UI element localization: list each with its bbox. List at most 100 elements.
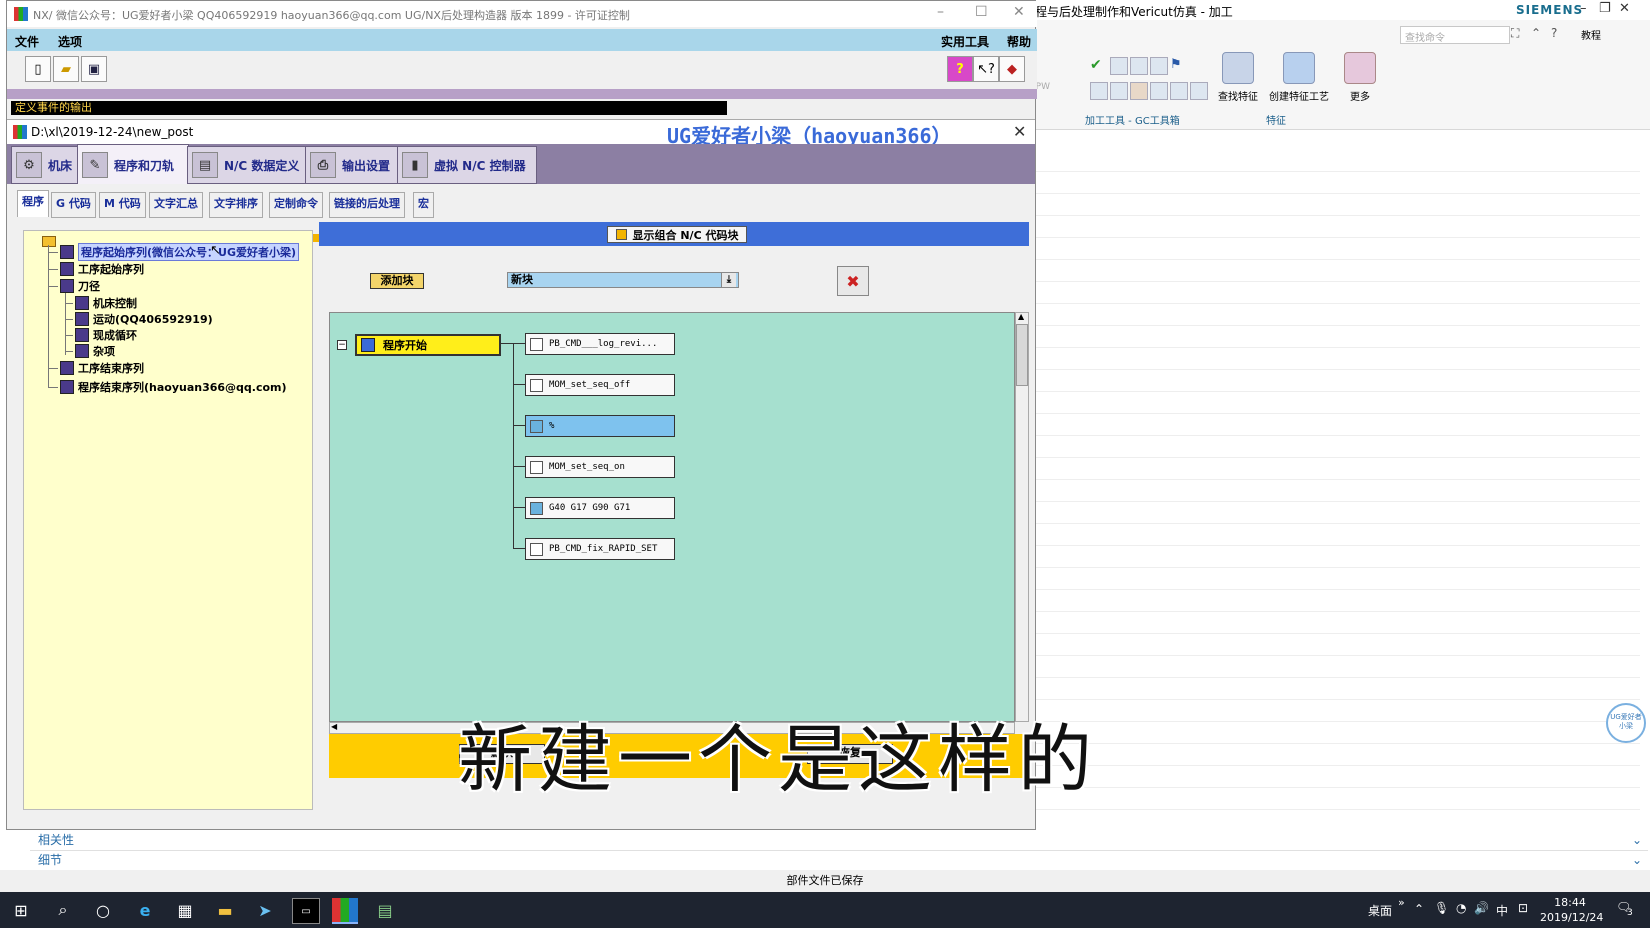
group-feature[interactable]: 特征 xyxy=(1266,112,1286,127)
restore-icon[interactable]: ❐ xyxy=(1599,1,1611,16)
tool-icon[interactable] xyxy=(1130,82,1148,100)
command-search-input[interactable]: 查找命令 xyxy=(1400,26,1510,44)
subtab-custom-command[interactable]: 定制命令 xyxy=(269,192,323,218)
task-view-icon[interactable]: ○ xyxy=(90,898,116,922)
subtab-g-code[interactable]: G 代码 xyxy=(51,192,96,218)
program-start-event[interactable]: 程序开始 xyxy=(355,334,501,356)
block-mom-set-seq-on[interactable]: MOM_set_seq_on xyxy=(525,456,675,478)
tool-icon[interactable] xyxy=(1190,82,1208,100)
mic-icon[interactable]: 🎙 xyxy=(1434,901,1449,915)
calculator-icon[interactable]: ▦ xyxy=(172,898,198,922)
save-button[interactable]: ▣ xyxy=(81,56,107,82)
tree-item-operation-end[interactable]: 工序结束序列 xyxy=(48,360,144,376)
create-feature-process-button[interactable]: 创建特征工艺 xyxy=(1266,52,1332,103)
block-g40-g17-g90-g71[interactable]: G40 G17 G90 G71 xyxy=(525,497,675,519)
tool-icon[interactable] xyxy=(1170,82,1188,100)
context-help-button[interactable]: ↖? xyxy=(973,56,999,82)
scroll-up-icon[interactable]: ▲ xyxy=(1018,312,1024,321)
input-icon[interactable]: ⊡ xyxy=(1518,901,1528,915)
menu-help[interactable]: 帮助 xyxy=(1007,33,1031,50)
subtab-macro[interactable]: 宏 xyxy=(413,192,434,218)
tree-item-canned-cycle[interactable]: 现成循环 xyxy=(65,327,137,343)
nx-icon[interactable]: ➤ xyxy=(252,898,278,922)
block-mom-set-seq-off[interactable]: MOM_set_seq_off xyxy=(525,374,675,396)
dependency-row[interactable]: 相关性 ⌄ xyxy=(30,830,1648,851)
tree-item-program-end[interactable]: 程序结束序列(haoyuan366@qq.com) xyxy=(48,379,287,395)
menu-utilities[interactable]: 实用工具 xyxy=(941,33,989,50)
subtab-m-code[interactable]: M 代码 xyxy=(99,192,146,218)
close-icon[interactable]: ✕ xyxy=(1619,1,1630,16)
more-button[interactable]: 更多 xyxy=(1332,52,1388,103)
file-explorer-icon[interactable]: ▬ xyxy=(212,898,238,922)
tool-icon[interactable] xyxy=(1150,82,1168,100)
scrollbar-thumb[interactable] xyxy=(1016,324,1028,386)
terminal-icon[interactable]: ▭ xyxy=(292,898,320,924)
tree-item-toolpath[interactable]: 刀径 xyxy=(48,278,100,294)
subtab-word-summary[interactable]: 文字汇总 xyxy=(149,192,203,218)
tree-item-program-start[interactable]: 程序起始序列(微信公众号：UG爱好者小梁) xyxy=(48,243,300,261)
ime-indicator[interactable]: 中 xyxy=(1496,902,1508,919)
manual-button[interactable]: ◆ xyxy=(999,56,1025,82)
clock[interactable]: 18:44 2019/12/24 xyxy=(1540,895,1603,925)
help-icon[interactable]: ? xyxy=(1551,26,1557,40)
minimize-icon[interactable]: – xyxy=(937,4,944,20)
details-row[interactable]: 细节 ⌄ xyxy=(30,850,1648,871)
scroll-left-icon[interactable]: ◀ xyxy=(331,722,337,731)
flag-icon[interactable]: ⚑ xyxy=(1170,57,1186,73)
subtab-program[interactable]: 程序 xyxy=(17,190,49,217)
tree-item-misc[interactable]: 杂项 xyxy=(65,343,115,359)
network-icon[interactable]: ◔ xyxy=(1456,901,1466,915)
menu-options[interactable]: 选项 xyxy=(58,33,82,50)
group-gc-toolbox[interactable]: 加工工具 - GC工具箱 xyxy=(1085,112,1180,127)
tab-machine-tool[interactable]: ⚙ 机床 xyxy=(11,146,79,184)
chevron-up-icon[interactable]: ⌃ xyxy=(1531,26,1541,40)
tool-icon[interactable] xyxy=(1110,82,1128,100)
add-block-button[interactable]: 添加块 xyxy=(370,273,424,289)
block-pb-cmd-log-revision[interactable]: PB_CMD___log_revi... xyxy=(525,333,675,355)
sequence-tree[interactable]: 程序起始序列(微信公众号：UG爱好者小梁) 工序起始序列 刀径 机床控制 运动(… xyxy=(23,230,313,810)
tray-up-icon[interactable]: ⌃ xyxy=(1414,902,1424,916)
open-file-button[interactable]: ▰ xyxy=(53,56,79,82)
delete-block-button[interactable]: ✖ xyxy=(837,266,869,296)
post-builder-icon[interactable] xyxy=(332,898,358,924)
chevron-icon[interactable]: » xyxy=(1398,896,1405,909)
help-label[interactable]: 教程 xyxy=(1581,27,1601,42)
edge-icon[interactable]: e xyxy=(132,898,158,922)
tab-output-settings[interactable]: ⎙ 输出设置 xyxy=(305,146,399,184)
graphics-area[interactable] xyxy=(1035,150,1640,830)
tree-item-operation-start[interactable]: 工序起始序列 xyxy=(48,261,144,277)
subtab-word-sequencing[interactable]: 文字排序 xyxy=(209,192,263,218)
chevron-down-icon[interactable]: ⌄ xyxy=(1632,830,1642,850)
show-combined-nc-toggle[interactable]: 显示组合 N/C 代码块 xyxy=(607,226,747,243)
block-pb-cmd-fix-rapid-set[interactable]: PB_CMD_fix_RAPID_SET xyxy=(525,538,675,560)
check-icon[interactable]: ✔ xyxy=(1090,57,1106,73)
windows-start-icon[interactable]: ⊞ xyxy=(8,898,34,922)
tree-item-motion[interactable]: 运动(QQ406592919) xyxy=(65,311,213,327)
menu-file[interactable]: 文件 xyxy=(15,33,39,50)
find-feature-button[interactable]: 查找特征 xyxy=(1210,52,1266,103)
tool-icon[interactable] xyxy=(1130,57,1148,75)
close-icon[interactable]: ✕ xyxy=(1013,4,1025,20)
new-file-button[interactable]: ▯ xyxy=(25,56,51,82)
subtab-linked-posts[interactable]: 链接的后处理 xyxy=(329,192,405,218)
tab-nc-data[interactable]: ▤ N/C 数据定义 xyxy=(187,146,307,184)
collapse-toggle[interactable]: − xyxy=(337,340,347,350)
volume-icon[interactable]: 🔊 xyxy=(1474,901,1489,915)
fullscreen-icon[interactable]: ⛶ xyxy=(1511,26,1519,41)
tool-icon[interactable] xyxy=(1150,57,1168,75)
tab-virtual-nc[interactable]: ▮ 虚拟 N/C 控制器 xyxy=(397,146,537,184)
tree-item-machine-control[interactable]: 机床控制 xyxy=(65,295,137,311)
maximize-icon[interactable]: ☐ xyxy=(975,4,988,20)
close-icon[interactable]: ✕ xyxy=(1013,122,1026,141)
desktop-label[interactable]: 桌面 xyxy=(1368,902,1392,919)
help-balloon-button[interactable]: ? xyxy=(947,56,973,82)
tool-icon[interactable] xyxy=(1110,57,1128,75)
search-icon[interactable]: ⌕ xyxy=(50,898,76,922)
tool-icon[interactable] xyxy=(1090,82,1108,100)
block-percent[interactable]: % xyxy=(525,415,675,437)
new-block-select[interactable]: 新块 ⤓ xyxy=(507,272,739,288)
chevron-down-icon[interactable]: ⌄ xyxy=(1632,850,1642,870)
notepad-icon[interactable]: ▤ xyxy=(372,898,398,922)
tab-program-toolpath[interactable]: ✎ 程序和刀轨 xyxy=(77,144,189,186)
download-arrow-icon[interactable]: ⤓ xyxy=(721,273,736,287)
